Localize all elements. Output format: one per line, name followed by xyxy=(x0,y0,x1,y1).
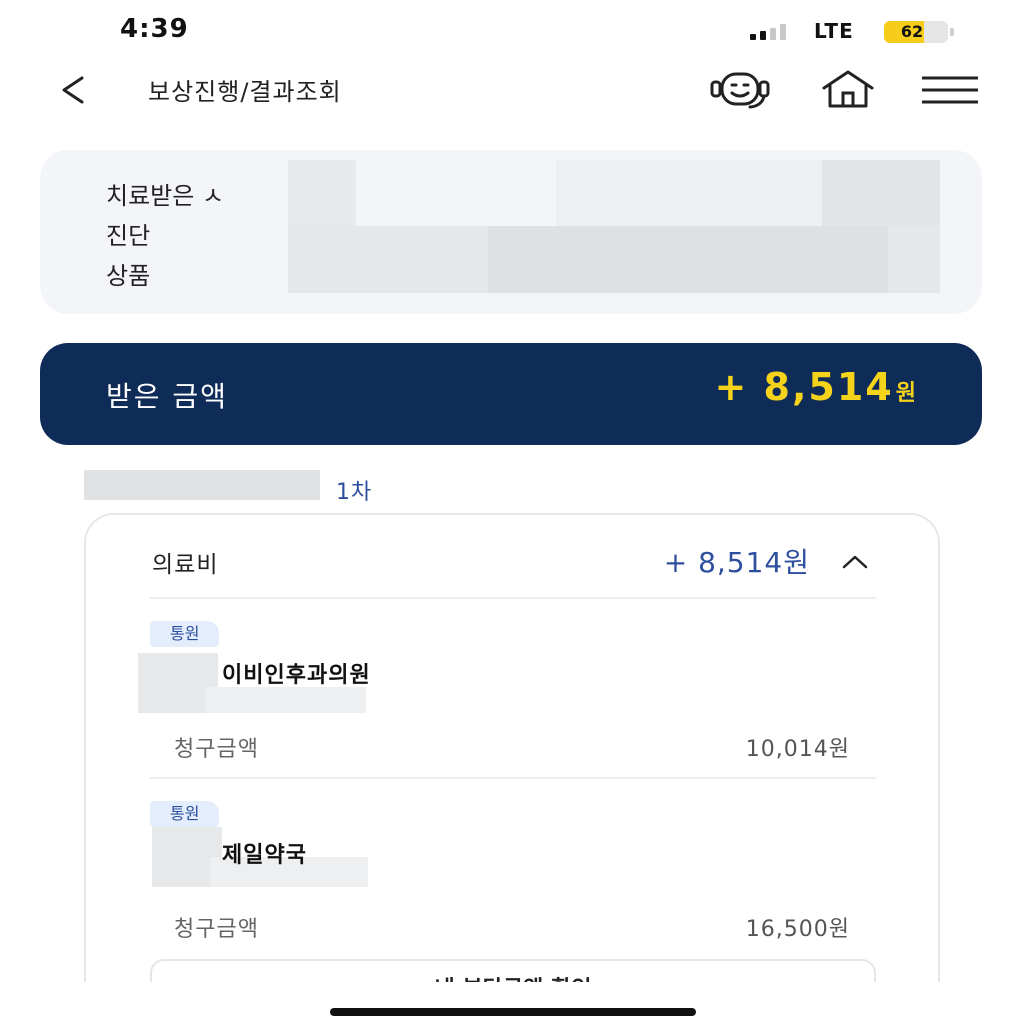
claim-amount-label: 청구금액 xyxy=(174,917,259,942)
battery-cap xyxy=(950,28,954,36)
claim-info-box: 치료받은 ㅅ 진단 상품 xyxy=(40,150,982,314)
page-title: 보상진행/결과조회 xyxy=(148,78,342,106)
status-time: 4:39 xyxy=(120,14,189,44)
chatbot-button[interactable] xyxy=(708,68,772,112)
chatbot-icon xyxy=(710,72,770,109)
app-header: 보상진행/결과조회 xyxy=(0,62,1024,118)
received-amount-banner: 받은 금액 + 8,514원 xyxy=(40,343,982,445)
chevron-up-icon xyxy=(842,555,868,569)
claim-amount-value: 10,014원 xyxy=(745,737,850,762)
redacted-area xyxy=(488,226,888,293)
menu-icon xyxy=(922,76,978,104)
network-type: LTE xyxy=(814,19,854,43)
redacted-area xyxy=(84,470,320,500)
redacted-area xyxy=(822,160,940,226)
provider-name: 이비인후과의원 xyxy=(222,663,371,688)
received-amount-unit: 원 xyxy=(895,381,916,406)
battery-level: 62 xyxy=(900,22,924,41)
claim-round-label: 1차 xyxy=(336,480,373,505)
redacted-area xyxy=(206,687,366,713)
visit-type-badge: 통원 xyxy=(150,621,220,647)
visit-type-badge: 통원 xyxy=(150,801,220,827)
claim-amount-label: 청구금액 xyxy=(174,737,259,762)
home-icon xyxy=(822,70,874,108)
divider xyxy=(150,777,876,779)
redacted-area xyxy=(288,160,356,226)
card-title: 의료비 xyxy=(152,552,219,578)
product-label: 상품 xyxy=(106,262,151,290)
medical-expense-card: 의료비 + 8,514원 통원 이비인후과의원 청구금액 10,014원 통원 … xyxy=(84,513,940,1024)
status-bar: 4:39 LTE 62 xyxy=(0,0,1024,62)
back-button[interactable] xyxy=(56,72,92,108)
provider-name: 제일약국 xyxy=(222,843,307,868)
home-indicator[interactable] xyxy=(330,1008,696,1016)
screen-bottom xyxy=(0,982,1024,1024)
received-amount: + 8,514원 xyxy=(714,365,916,409)
card-total-amount: + 8,514원 xyxy=(663,546,810,579)
treated-person-label: 치료받은 ㅅ xyxy=(106,182,225,210)
received-amount-label: 받은 금액 xyxy=(106,380,228,413)
collapse-button[interactable] xyxy=(838,551,872,573)
signal-icon xyxy=(750,24,786,40)
diagnosis-label: 진단 xyxy=(106,222,151,250)
home-button[interactable] xyxy=(816,68,880,112)
claim-amount-value: 16,500원 xyxy=(745,917,850,942)
battery-icon: 62 xyxy=(884,21,948,43)
back-icon xyxy=(62,76,84,104)
divider xyxy=(150,597,876,599)
received-amount-value: + 8,514 xyxy=(714,365,894,409)
menu-button[interactable] xyxy=(918,68,982,112)
